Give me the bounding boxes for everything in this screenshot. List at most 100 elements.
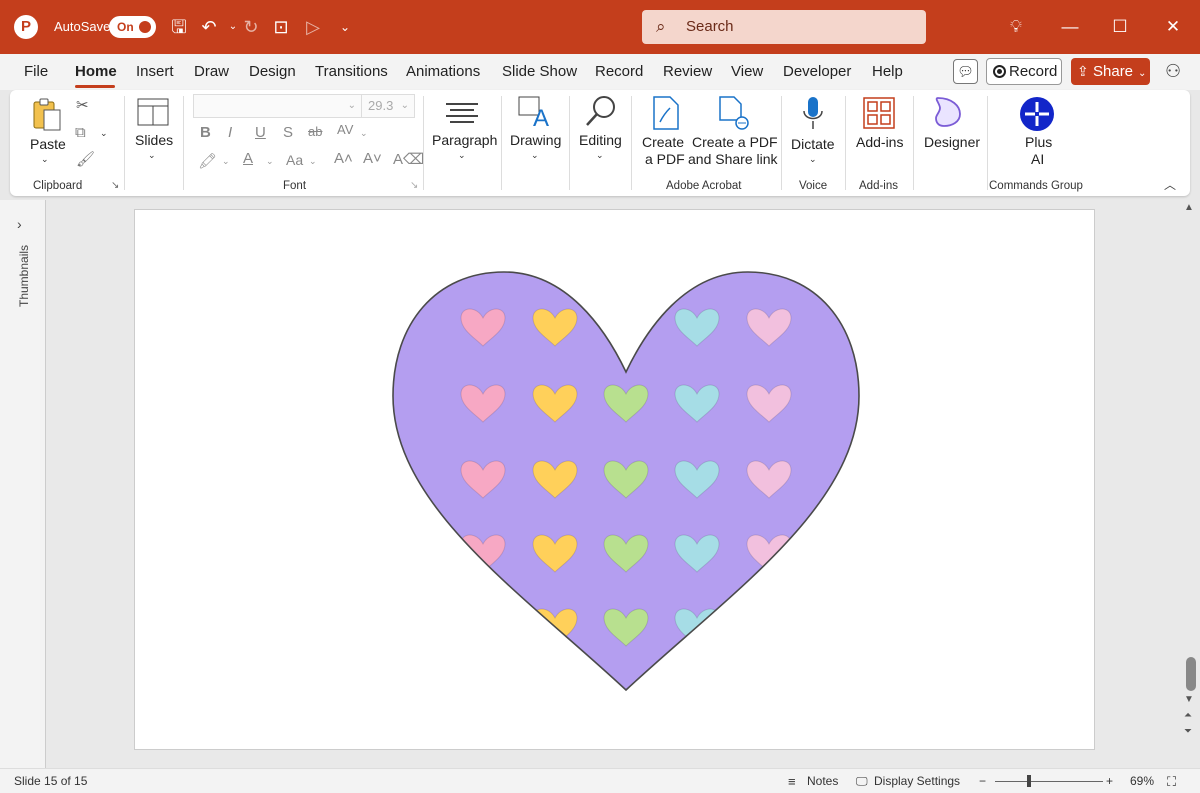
comments-button[interactable]: 💬︎ [953,59,978,84]
plus-ai-label-1[interactable]: Plus [1025,134,1052,151]
copy-icon[interactable]: ⧉ [75,124,86,141]
notes-button[interactable]: Notes [807,774,838,788]
drawing-dropdown-icon[interactable]: ⌄ [531,150,539,161]
increase-font-icon[interactable]: A˄ [334,150,353,167]
paste-icon[interactable] [32,98,62,137]
scrollbar-thumb[interactable] [1186,657,1196,691]
heart-picture[interactable] [135,210,1094,749]
clear-formatting-icon[interactable]: A⌫ [393,150,424,168]
scroll-down-icon[interactable]: ▼ [1184,694,1194,705]
thumbnails-pane[interactable]: › Thumbnails [0,200,46,768]
create-pdf-label-1[interactable]: Create [642,134,684,151]
zoom-level[interactable]: 69% [1130,774,1154,788]
tab-insert[interactable]: Insert [136,63,174,80]
font-dialog-launcher-icon[interactable]: ↘ [410,180,418,191]
redo-icon[interactable]: ↻ [240,15,262,39]
dictate-dropdown-icon[interactable]: ⌄ [809,154,817,165]
tab-file[interactable]: File [24,63,48,80]
scroll-up-icon[interactable]: ▲ [1184,202,1194,213]
previous-slide-icon[interactable]: ⏶ [1184,710,1192,721]
plus-ai-label-2[interactable]: AI [1031,151,1044,168]
vertical-scrollbar[interactable]: ▲ ▼ ⏶ ⏷ [1182,200,1198,768]
strikethrough-icon[interactable]: ab [308,124,322,139]
decrease-font-icon[interactable]: A˅ [363,150,382,167]
minimize-button[interactable]: — [1056,14,1084,40]
highlight-icon[interactable]: 🖍︎ [198,152,217,170]
slides-dropdown-icon[interactable]: ⌄ [148,150,156,161]
notes-icon[interactable]: ≡ [788,774,796,789]
zoom-out-button[interactable]: − [979,774,986,788]
font-color-icon[interactable]: A [243,150,253,167]
underline-icon[interactable]: U [255,124,266,141]
autosave-toggle[interactable]: On [109,16,156,38]
drawing-label[interactable]: Drawing [510,132,561,149]
collapse-ribbon-icon[interactable]: ︿ [1164,176,1176,193]
editing-label[interactable]: Editing [579,132,622,149]
change-case-dropdown-icon[interactable]: ⌄ [309,156,317,167]
tab-transitions[interactable]: Transitions [315,63,388,80]
paragraph-label[interactable]: Paragraph [432,132,497,149]
copy-dropdown-icon[interactable]: ⌄ [100,128,108,139]
tab-home[interactable]: Home [75,63,117,80]
editing-dropdown-icon[interactable]: ⌄ [596,150,604,161]
create-share-pdf-label-1[interactable]: Create a PDF [692,134,778,151]
close-button[interactable]: ✕ [1159,14,1187,40]
search-input[interactable]: ⌕ Search [642,10,926,44]
font-color-dropdown-icon[interactable]: ⌄ [266,156,274,167]
designer-icon[interactable] [932,96,964,133]
tab-review[interactable]: Review [663,63,712,80]
create-share-pdf-label-2[interactable]: and Share link [688,151,778,168]
slides-label[interactable]: Slides [135,132,173,149]
tab-slide-show[interactable]: Slide Show [502,63,577,80]
format-painter-icon[interactable]: 🖌︎ [76,150,95,168]
change-case-icon[interactable]: Aa [286,152,303,168]
display-settings-button[interactable]: Display Settings [874,774,960,788]
add-ins-label[interactable]: Add-ins [856,134,903,151]
tab-view[interactable]: View [731,63,763,80]
slideshow-icon[interactable]: ▷ [302,15,324,39]
create-pdf-icon[interactable] [652,96,680,135]
dictate-label[interactable]: Dictate [791,136,835,153]
zoom-slider-thumb[interactable] [1027,775,1031,787]
save-icon[interactable]: 🖫 [168,15,190,39]
italic-icon[interactable]: I [228,124,232,141]
paste-dropdown-icon[interactable]: ⌄ [41,154,49,165]
dialog-launcher-icon[interactable]: ↘ [111,180,119,191]
zoom-slider[interactable] [995,781,1103,782]
maximize-button[interactable]: ☐ [1106,14,1134,40]
paste-label[interactable]: Paste [30,136,66,153]
undo-icon[interactable]: ↶ [198,15,220,39]
paragraph-dropdown-icon[interactable]: ⌄ [458,150,466,161]
add-ins-icon[interactable] [863,97,895,134]
paragraph-icon[interactable] [446,102,478,129]
tab-record[interactable]: Record [595,63,643,80]
cut-icon[interactable]: ✂ [76,96,89,114]
coauthor-icon[interactable]: ⚇ [1165,61,1181,82]
tab-developer[interactable]: Developer [783,63,851,80]
character-spacing-icon[interactable]: AV [337,122,353,137]
shadow-icon[interactable]: S [283,124,293,141]
record-button[interactable]: Record [986,58,1062,85]
share-button[interactable]: ⇪ Share ⌄ [1071,58,1150,85]
next-slide-icon[interactable]: ⏷ [1184,726,1192,737]
slide-canvas[interactable] [135,210,1094,749]
font-name-field[interactable]: ⌄ [193,94,363,118]
customize-toolbar-icon[interactable]: ⌄ [334,15,356,39]
highlight-dropdown-icon[interactable]: ⌄ [222,156,230,167]
spacing-dropdown-icon[interactable]: ⌄ [360,128,368,139]
tab-draw[interactable]: Draw [194,63,229,80]
plus-ai-icon[interactable] [1019,96,1055,137]
create-share-pdf-icon[interactable] [718,96,750,135]
tab-design[interactable]: Design [249,63,296,80]
lightbulb-icon[interactable]: 💡︎ [1002,14,1030,40]
expand-thumbnails-icon[interactable]: › [17,216,22,232]
drawing-icon[interactable]: A [518,96,552,133]
bold-icon[interactable]: B [200,124,211,141]
zoom-in-button[interactable]: + [1106,774,1113,788]
display-settings-icon[interactable]: 🖵︎ [856,774,868,789]
font-size-field[interactable]: 29.3 ⌄ [361,94,415,118]
microphone-icon[interactable] [802,96,824,137]
create-pdf-label-2[interactable]: a PDF [645,151,685,168]
slides-layout-icon[interactable] [137,98,169,131]
tab-help[interactable]: Help [872,63,903,80]
